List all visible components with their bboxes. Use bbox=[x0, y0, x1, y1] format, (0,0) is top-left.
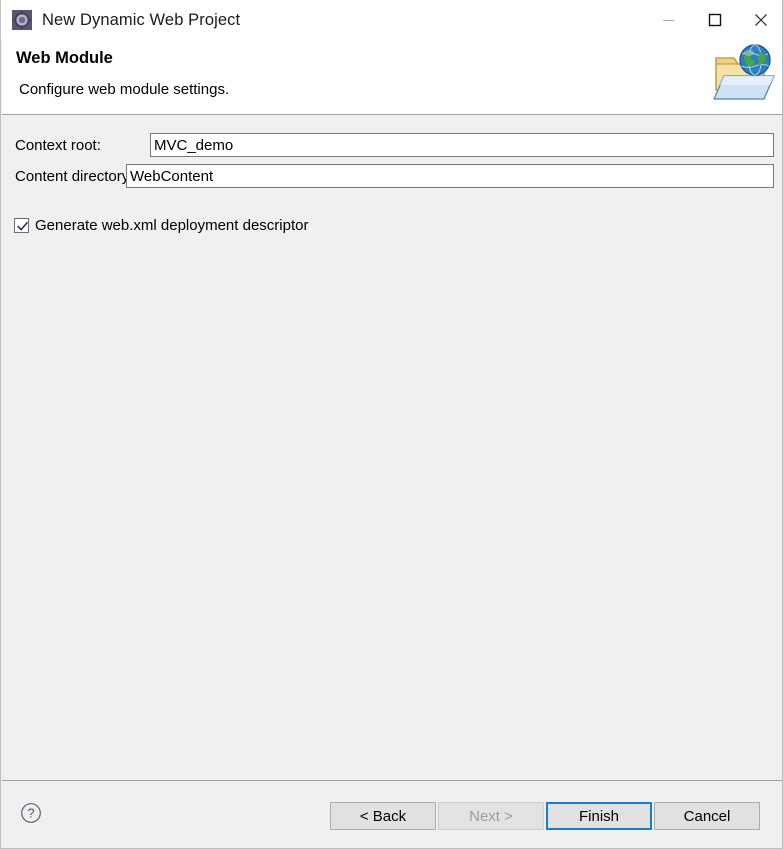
wizard-header: Web Module Configure web module settings… bbox=[2, 40, 782, 115]
context-root-row: Context root: bbox=[15, 133, 101, 157]
context-root-label: Context root: bbox=[15, 136, 101, 154]
content-directory-row: Content directory: bbox=[15, 164, 133, 188]
title-bar: New Dynamic Web Project bbox=[1, 0, 782, 40]
page-title: Web Module bbox=[16, 49, 113, 67]
window-controls bbox=[646, 0, 782, 40]
maximize-icon[interactable] bbox=[692, 0, 738, 40]
finish-button[interactable]: Finish bbox=[546, 802, 652, 830]
window-title: New Dynamic Web Project bbox=[42, 10, 241, 29]
minimize-icon[interactable] bbox=[646, 0, 692, 40]
dialog-footer: ? < Back Next > Finish Cancel bbox=[2, 781, 782, 848]
dialog-window: New Dynamic Web Project Web Module Confi… bbox=[0, 0, 783, 849]
content-directory-label: Content directory: bbox=[15, 167, 134, 185]
close-icon[interactable] bbox=[738, 0, 782, 40]
dialog-button-bar: < Back Next > Finish Cancel bbox=[330, 802, 760, 830]
cancel-button[interactable]: Cancel bbox=[654, 802, 760, 830]
wizard-body: Context root: Content directory: Generat… bbox=[2, 116, 782, 780]
checkbox-checked-icon[interactable] bbox=[14, 218, 29, 233]
web-folder-globe-icon bbox=[708, 42, 780, 104]
help-question-icon[interactable]: ? bbox=[20, 802, 42, 824]
svg-text:?: ? bbox=[28, 807, 35, 821]
next-button[interactable]: Next > bbox=[438, 802, 544, 830]
generate-webxml-checkbox-row[interactable]: Generate web.xml deployment descriptor bbox=[14, 217, 308, 234]
content-directory-input[interactable] bbox=[126, 164, 774, 188]
page-description: Configure web module settings. bbox=[19, 81, 230, 98]
eclipse-project-icon bbox=[12, 10, 32, 30]
generate-webxml-label: Generate web.xml deployment descriptor bbox=[35, 217, 309, 234]
back-button[interactable]: < Back bbox=[330, 802, 436, 830]
context-root-input[interactable] bbox=[150, 133, 774, 157]
